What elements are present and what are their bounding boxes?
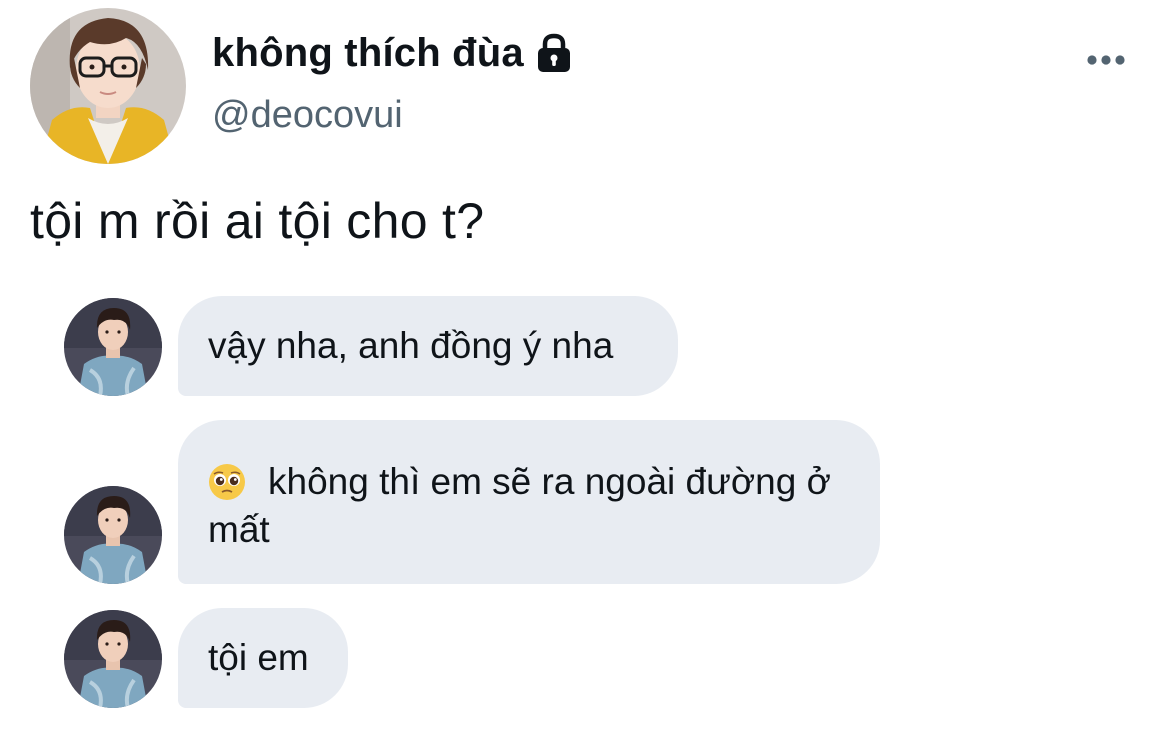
tweet: không thích đùa @deocovui tội m rồi ai t… xyxy=(0,0,1170,746)
author-handle[interactable]: @deocovui xyxy=(212,94,403,137)
chat-message: không thì em sẽ ra ngoài đường ở mất xyxy=(178,420,880,584)
more-horizontal-icon[interactable] xyxy=(1084,46,1128,74)
chat-avatar xyxy=(64,298,162,396)
avatar-photo xyxy=(64,298,162,396)
pleading-face-emoji-icon xyxy=(209,464,245,500)
display-name-row: không thích đùa xyxy=(212,30,574,76)
tweet-text: tội m rồi ai tội cho t? xyxy=(30,193,485,249)
chat-message: tội em xyxy=(178,608,348,708)
avatar-photo xyxy=(30,8,186,164)
chat-message: vậy nha, anh đồng ý nha xyxy=(178,296,678,396)
lock-icon xyxy=(537,33,570,72)
display-name[interactable]: không thích đùa xyxy=(212,31,524,76)
chat-message-text: tội em xyxy=(208,637,309,678)
chat-avatar xyxy=(64,610,162,708)
chat-message-text: không thì em sẽ ra ngoài đường ở mất xyxy=(208,461,831,550)
chat-avatar xyxy=(64,486,162,584)
avatar-photo xyxy=(64,486,162,584)
avatar-photo xyxy=(64,610,162,708)
chat-message-text: vậy nha, anh đồng ý nha xyxy=(208,325,614,366)
author-avatar[interactable] xyxy=(30,8,186,164)
